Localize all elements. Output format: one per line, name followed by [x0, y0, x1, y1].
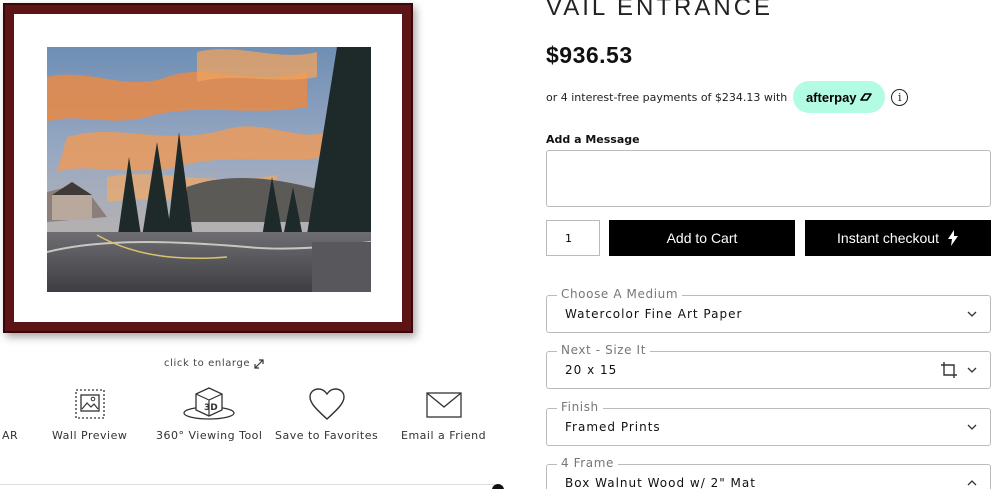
product-title: VAIL ENTRANCE: [546, 0, 774, 21]
sunset-photo-image: [47, 47, 371, 292]
email-a-friend-label: Email a Friend: [401, 429, 487, 442]
afterpay-logo-icon: [859, 93, 872, 101]
click-to-enlarge-link[interactable]: click to enlarge: [164, 358, 264, 369]
heart-icon: [308, 386, 346, 422]
finish-legend: Finish: [557, 400, 603, 414]
chevron-up-icon: [967, 480, 977, 486]
medium-select[interactable]: Choose A Medium Watercolor Fine Art Pape…: [546, 287, 991, 333]
scroll-indicator[interactable]: [492, 484, 504, 489]
product-price: $936.53: [546, 42, 633, 68]
lightning-icon: [947, 230, 958, 246]
finish-value: Framed Prints: [565, 420, 661, 434]
installments-text: or 4 interest-free payments of $234.13 w…: [546, 90, 788, 104]
frame-value: Box Walnut Wood w/ 2" Mat: [565, 476, 756, 489]
finish-select[interactable]: Finish Framed Prints: [546, 400, 991, 446]
crop-icon[interactable]: [940, 361, 958, 379]
save-to-favorites-button[interactable]: Save to Favorites: [275, 386, 378, 442]
wall-preview-icon: [73, 386, 107, 422]
add-to-cart-button[interactable]: Add to Cart: [609, 220, 795, 256]
instant-checkout-button[interactable]: Instant checkout: [805, 220, 991, 256]
artwork-photo[interactable]: [47, 47, 371, 292]
wall-preview-label: Wall Preview: [52, 429, 128, 442]
svg-text:3D: 3D: [204, 403, 218, 413]
3d-view-icon: 3D: [182, 386, 236, 422]
frame-legend: 4 Frame: [557, 456, 619, 470]
save-to-favorites-label: Save to Favorites: [275, 429, 379, 442]
installments-row: or 4 interest-free payments of $234.13 w…: [546, 81, 909, 113]
enlarge-label: click to enlarge: [164, 358, 251, 369]
quantity-input[interactable]: [546, 220, 600, 256]
framed-artwork[interactable]: [3, 3, 413, 333]
wall-preview-button[interactable]: Wall Preview: [52, 386, 127, 442]
medium-value: Watercolor Fine Art Paper: [565, 307, 743, 321]
envelope-icon: [425, 386, 463, 422]
360-viewing-tool-label: 360° Viewing Tool: [156, 429, 263, 442]
product-page: click to enlarge AR Wall Preview 3D 360°…: [0, 0, 1000, 489]
email-a-friend-button[interactable]: Email a Friend: [401, 386, 486, 442]
chevron-down-icon: [967, 367, 977, 373]
viewing-tools: AR Wall Preview 3D 360° Viewing Tool Sav…: [0, 386, 500, 446]
size-value: 20 x 15: [565, 363, 618, 377]
chevron-down-icon: [967, 424, 977, 430]
instant-checkout-label: Instant checkout: [837, 230, 939, 246]
medium-legend: Choose A Medium: [557, 287, 683, 301]
section-divider: [0, 484, 495, 485]
chevron-down-icon: [967, 311, 977, 317]
expand-icon: [254, 358, 264, 369]
message-input[interactable]: [546, 150, 991, 207]
ar-label: AR: [2, 429, 19, 442]
artwork-mat: [14, 14, 402, 322]
frame-select[interactable]: 4 Frame Box Walnut Wood w/ 2" Mat: [546, 456, 991, 489]
info-icon[interactable]: i: [891, 88, 909, 106]
afterpay-label: afterpay: [805, 89, 857, 105]
size-select[interactable]: Next - Size It 20 x 15: [546, 343, 991, 389]
360-viewing-tool-button[interactable]: 3D 360° Viewing Tool: [156, 386, 262, 442]
add-to-cart-label: Add to Cart: [666, 230, 738, 246]
afterpay-badge[interactable]: afterpay: [793, 81, 886, 113]
size-legend: Next - Size It: [557, 343, 651, 357]
message-label: Add a Message: [546, 133, 640, 146]
ar-button[interactable]: AR: [2, 386, 18, 442]
